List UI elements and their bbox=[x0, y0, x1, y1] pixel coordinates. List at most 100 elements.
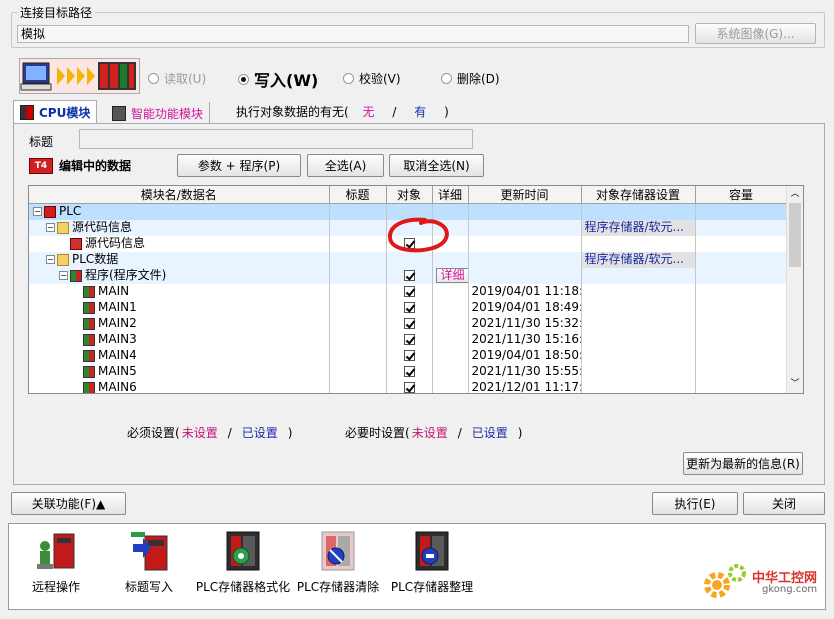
select-all-button[interactable]: 全选(A) bbox=[307, 154, 384, 177]
cell-name[interactable]: − 程序(程序文件) bbox=[29, 267, 330, 284]
col-header-title[interactable]: 标题 bbox=[329, 186, 387, 204]
mode-verify-radio[interactable]: 校验(V) bbox=[343, 70, 401, 87]
cell-updated: 2021/11/30 15:16:21 bbox=[468, 331, 582, 348]
cell-name[interactable]: − 源代码信息 bbox=[29, 219, 330, 236]
cell-name[interactable]: MAIN2 bbox=[29, 315, 330, 332]
cell-memory[interactable] bbox=[581, 299, 696, 316]
scroll-up-arrow[interactable]: ︿ bbox=[787, 186, 803, 203]
cell-title bbox=[329, 299, 387, 316]
tree-expander-icon[interactable]: − bbox=[33, 207, 42, 217]
target-checkbox[interactable] bbox=[403, 318, 415, 329]
memory-clear-item[interactable]: PLC存储器清除 bbox=[293, 530, 383, 595]
refresh-latest-button[interactable]: 更新为最新的信息(R) bbox=[683, 452, 803, 475]
cell-target[interactable] bbox=[386, 347, 433, 364]
prog-icon bbox=[83, 365, 95, 378]
cell-name[interactable]: MAIN6 bbox=[29, 379, 330, 393]
close-button[interactable]: 关闭 bbox=[743, 492, 825, 515]
cell-target[interactable] bbox=[386, 331, 433, 348]
table-row[interactable]: MAIN4 2019/04/01 18:50:27 bbox=[29, 347, 788, 364]
cell-memory[interactable] bbox=[581, 363, 696, 380]
cell-memory[interactable] bbox=[581, 203, 696, 220]
table-row[interactable]: MAIN 2019/04/01 11:18:08 bbox=[29, 283, 788, 300]
cell-target[interactable] bbox=[386, 267, 433, 284]
tree-expander-icon[interactable]: − bbox=[59, 271, 68, 280]
col-header-updated[interactable]: 更新时间 bbox=[468, 186, 582, 204]
memory-organize-item[interactable]: PLC存储器整理 bbox=[386, 530, 478, 595]
table-row[interactable]: MAIN6 2021/12/01 11:17:50 bbox=[29, 379, 788, 393]
row-name: 程序(程序文件) bbox=[85, 268, 167, 282]
tree-expander-icon[interactable]: − bbox=[46, 255, 55, 264]
table-row[interactable]: MAIN3 2021/11/30 15:16:21 bbox=[29, 331, 788, 348]
table-row[interactable]: MAIN5 2021/11/30 15:55:55 bbox=[29, 363, 788, 380]
mode-read-radio[interactable]: 读取(U) bbox=[148, 70, 206, 87]
editing-data-header: T4 编辑中的数据 bbox=[29, 157, 131, 174]
tab-cpu-module[interactable]: CPU模块 bbox=[13, 100, 98, 124]
mode-delete-radio[interactable]: 删除(D) bbox=[441, 70, 500, 87]
tab-smart-module[interactable]: 智能功能模块 bbox=[106, 102, 211, 124]
col-header-memory[interactable]: 对象存储器设置 bbox=[581, 186, 696, 204]
target-checkbox[interactable] bbox=[403, 382, 415, 393]
cell-detail: 详细 bbox=[432, 267, 469, 284]
col-header-name[interactable]: 模块名/数据名 bbox=[29, 186, 330, 204]
cell-name[interactable]: − PLC数据 bbox=[29, 251, 330, 268]
remote-operation-item[interactable]: 远程操作 bbox=[20, 530, 92, 595]
memory-setting-link[interactable]: 程序存储器/软元... bbox=[585, 220, 685, 234]
params-program-button[interactable]: 参数 + 程序(P) bbox=[177, 154, 301, 177]
radio-indicator bbox=[343, 73, 354, 84]
scroll-down-arrow[interactable]: ﹀ bbox=[787, 376, 803, 393]
cell-name[interactable]: 源代码信息 bbox=[29, 235, 330, 252]
target-checkbox[interactable] bbox=[403, 350, 415, 361]
cell-memory[interactable]: 程序存储器/软元... bbox=[581, 251, 696, 268]
table-row[interactable]: − 程序(程序文件) 详细 bbox=[29, 267, 788, 284]
cell-name[interactable]: MAIN bbox=[29, 283, 330, 300]
detail-button[interactable]: 详细 bbox=[435, 268, 467, 283]
title-write-item[interactable]: 标题写入 bbox=[113, 530, 185, 595]
table-row[interactable]: MAIN2 2021/11/30 15:32:01 bbox=[29, 315, 788, 332]
target-checkbox[interactable] bbox=[403, 366, 415, 377]
execute-button[interactable]: 执行(E) bbox=[652, 492, 738, 515]
tree-expander-icon[interactable]: − bbox=[46, 223, 55, 232]
cell-memory[interactable] bbox=[581, 235, 696, 252]
table-row[interactable]: MAIN1 2019/04/01 18:49:22 bbox=[29, 299, 788, 316]
remote-operation-icon bbox=[36, 530, 76, 572]
scroll-thumb[interactable] bbox=[789, 203, 801, 267]
cell-memory[interactable]: 程序存储器/软元... bbox=[581, 219, 696, 236]
system-image-button[interactable]: 系统图像(G)... bbox=[695, 23, 816, 44]
gkong-watermark: 中华工控网 gkong.com bbox=[700, 560, 826, 608]
mode-write-radio[interactable]: 写入(W) bbox=[238, 67, 318, 91]
cell-name[interactable]: − PLC bbox=[29, 203, 330, 220]
related-functions-button[interactable]: 关联功能(F)▲ bbox=[11, 492, 126, 515]
target-checkbox[interactable] bbox=[403, 286, 415, 297]
cell-name[interactable]: MAIN1 bbox=[29, 299, 330, 316]
col-header-capacity[interactable]: 容量 bbox=[695, 186, 788, 204]
cell-capacity bbox=[695, 283, 788, 300]
target-checkbox[interactable] bbox=[403, 270, 415, 281]
target-checkbox[interactable] bbox=[403, 302, 415, 313]
row-name: PLC数据 bbox=[72, 252, 119, 266]
cell-target[interactable] bbox=[386, 379, 433, 393]
cell-target[interactable] bbox=[386, 299, 433, 316]
cell-name[interactable]: MAIN4 bbox=[29, 347, 330, 364]
memory-setting-link[interactable]: 程序存储器/软元... bbox=[585, 252, 685, 266]
cell-name[interactable]: MAIN5 bbox=[29, 363, 330, 380]
target-checkbox[interactable] bbox=[403, 334, 415, 345]
cell-memory[interactable] bbox=[581, 347, 696, 364]
cell-memory[interactable] bbox=[581, 283, 696, 300]
cell-target[interactable] bbox=[386, 363, 433, 380]
cell-target[interactable] bbox=[386, 315, 433, 332]
deselect-all-button[interactable]: 取消全选(N) bbox=[389, 154, 484, 177]
cell-target[interactable] bbox=[386, 283, 433, 300]
cell-title bbox=[329, 251, 387, 268]
cell-title bbox=[329, 283, 387, 300]
memory-format-item[interactable]: PLC存储器格式化 bbox=[193, 530, 293, 595]
col-header-detail[interactable]: 详细 bbox=[432, 186, 469, 204]
grid-vertical-scrollbar[interactable]: ︿ ﹀ bbox=[786, 186, 803, 393]
cell-name[interactable]: MAIN3 bbox=[29, 331, 330, 348]
cell-memory[interactable] bbox=[581, 315, 696, 332]
cell-memory[interactable] bbox=[581, 267, 696, 284]
col-header-target[interactable]: 对象 bbox=[386, 186, 433, 204]
cell-memory[interactable] bbox=[581, 379, 696, 393]
cell-capacity bbox=[695, 379, 788, 393]
cell-memory[interactable] bbox=[581, 331, 696, 348]
optional-setting-legend: 必要时设置(未设置 / 已设置) bbox=[345, 426, 523, 440]
